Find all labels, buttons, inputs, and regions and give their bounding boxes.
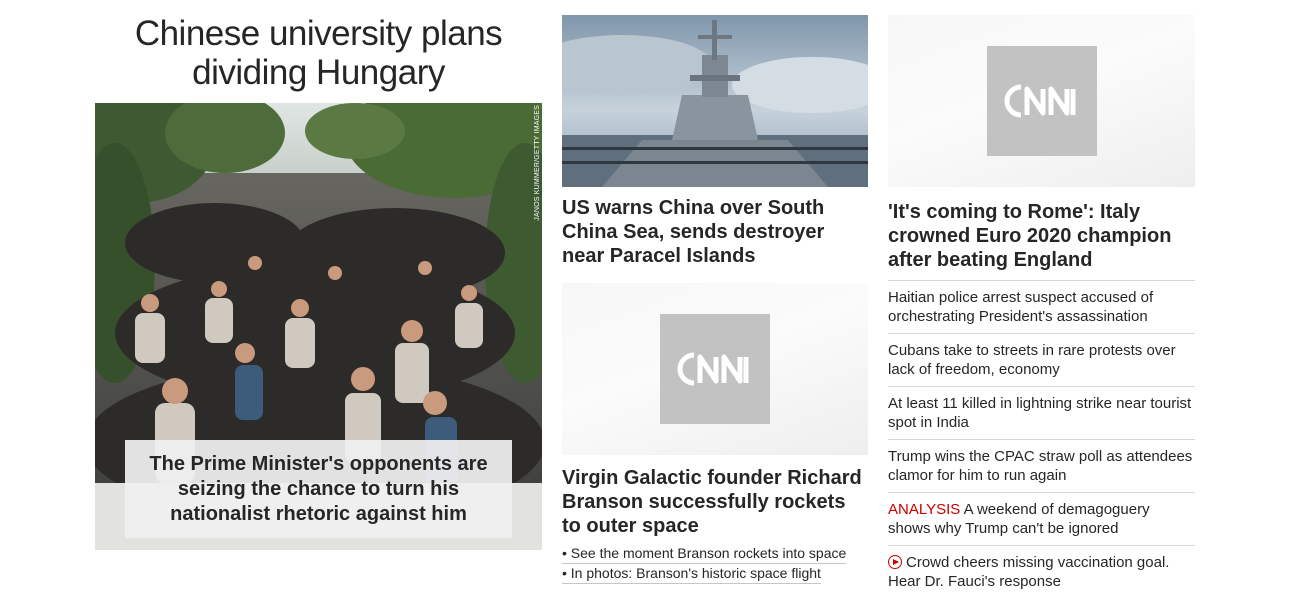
destroyer-headline[interactable]: US warns China over South China Sea, sen… — [562, 196, 868, 268]
branson-image[interactable] — [562, 283, 868, 455]
image-credit: JANOS KUMMER/GETTY IMAGES — [534, 105, 541, 221]
destroyer-image[interactable] — [562, 15, 868, 187]
list-item[interactable]: Cubans take to streets in rare protests … — [888, 333, 1195, 386]
list-item[interactable]: At least 11 killed in lightning strike n… — [888, 386, 1195, 439]
lead-story: Chinese university plans dividing Hungar… — [95, 14, 542, 550]
cnn-placeholder — [562, 283, 868, 455]
cnn-logo — [660, 314, 770, 424]
warship-photo — [562, 15, 868, 187]
related-links: • See the moment Branson rockets into sp… — [562, 544, 868, 584]
lead-headline[interactable]: Chinese university plans dividing Hungar… — [95, 14, 542, 92]
play-icon — [888, 555, 902, 569]
right-column: 'It's coming to Rome': Italy crowned Eur… — [888, 15, 1195, 598]
cnn-logo — [986, 46, 1097, 156]
italy-image[interactable] — [888, 15, 1195, 187]
cnn-logo-icon — [1004, 84, 1075, 118]
headline-list: Haitian police arrest suspect accused of… — [888, 280, 1195, 598]
middle-column: US warns China over South China Sea, sen… — [562, 15, 868, 584]
branson-headline[interactable]: Virgin Galactic founder Richard Branson … — [562, 466, 868, 538]
list-item[interactable]: Trump wins the CPAC straw poll as attend… — [888, 439, 1195, 492]
list-item[interactable]: Crowd cheers missing vaccination goal. H… — [888, 545, 1195, 598]
lead-caption[interactable]: The Prime Minister's opponents are seizi… — [125, 440, 512, 538]
related-link-video[interactable]: • See the moment Branson rockets into sp… — [562, 544, 847, 564]
list-item[interactable]: Haitian police arrest suspect accused of… — [888, 280, 1195, 333]
lead-image[interactable]: JANOS KUMMER/GETTY IMAGES The Prime Mini… — [95, 103, 542, 550]
cnn-placeholder — [888, 15, 1195, 187]
italy-headline[interactable]: 'It's coming to Rome': Italy crowned Eur… — [888, 200, 1195, 272]
cnn-logo-icon — [677, 352, 749, 386]
related-link-photos[interactable]: • In photos: Branson's historic space fl… — [562, 564, 821, 584]
analysis-label: ANALYSIS — [888, 501, 961, 518]
list-item[interactable]: ANALYSIS A weekend of demagoguery shows … — [888, 492, 1195, 545]
